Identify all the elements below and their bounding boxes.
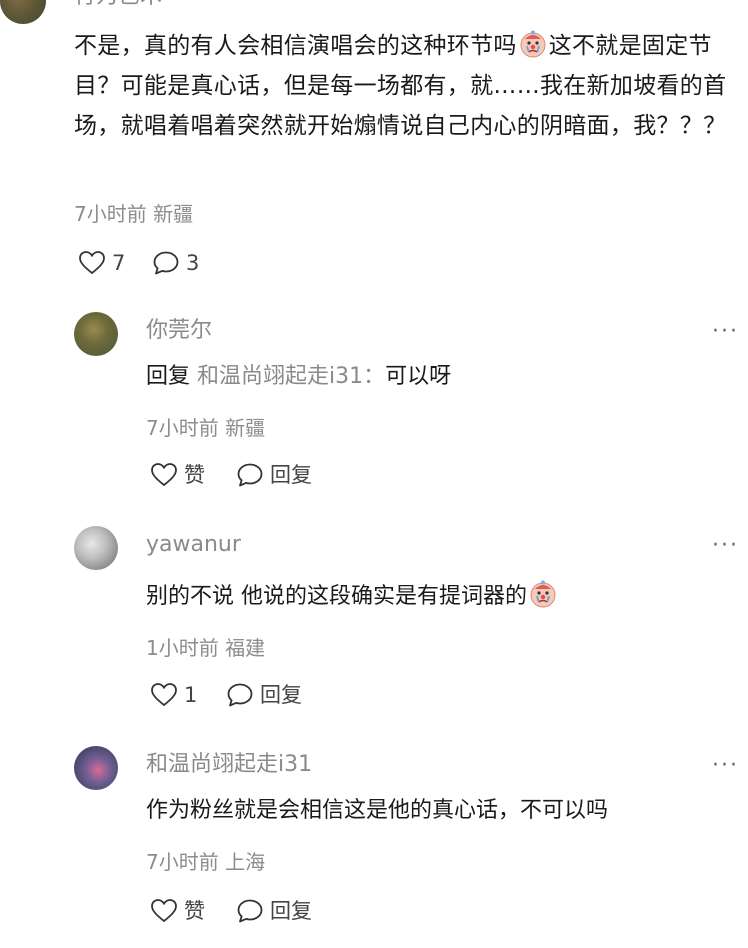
main-comment-author[interactable]: 行为艺术 [74,0,162,8]
main-like-count: 7 [112,251,126,275]
speech-bubble-icon [153,251,179,275]
main-comment-text-part1: 不是，真的有人会相信演唱会的这种环节吗 [74,33,517,59]
reply-like-button[interactable]: 1 [150,682,197,708]
heart-outline-icon [79,251,105,275]
more-options-icon[interactable]: ··· [712,321,739,343]
heart-outline-icon [151,899,177,923]
reply-avatar[interactable] [74,746,118,790]
reply-meta: 1小时前 福建 [146,636,266,660]
speech-bubble-icon [237,463,263,487]
reply-like-count: 1 [184,683,198,707]
reply-reply-label: 回复 [270,463,312,487]
reply-meta: 7小时前 上海 [146,850,266,874]
reply-reply-button[interactable]: 回复 [236,462,312,488]
reply-text: 作为粉丝就是会相信这是他的真心话，不可以吗 [146,796,608,826]
speech-bubble-icon [227,683,253,707]
crying-clown-emoji-icon [520,30,546,58]
main-like-button[interactable]: 7 [78,250,125,276]
reply-like-button[interactable]: 赞 [150,462,205,488]
crying-clown-emoji-icon [530,580,556,608]
reply-body: 作为粉丝就是会相信这是他的真心话，不可以吗 [146,798,609,823]
main-reply-count: 3 [186,251,200,275]
main-comment-meta: 7小时前 新疆 [74,202,194,226]
reply-like-label: 赞 [184,899,205,923]
reply-reply-label: 回复 [270,899,312,923]
reply-like-button[interactable]: 赞 [150,898,205,924]
reply-avatar[interactable] [74,312,118,356]
reply-username[interactable]: 和温尚翊起走i31 [146,752,312,778]
main-comment-avatar[interactable] [0,0,46,24]
heart-outline-icon [151,683,177,707]
more-options-icon[interactable]: ··· [712,755,739,777]
more-options-icon[interactable]: ··· [712,535,739,557]
reply-like-label: 赞 [184,463,205,487]
reply-text: 回复 和温尚翊起走i31：可以呀 [146,362,451,392]
reply-reply-label: 回复 [260,683,302,707]
speech-bubble-icon [237,899,263,923]
reply-username[interactable]: 你莞尔 [146,318,212,344]
main-comment-text: 不是，真的有人会相信演唱会的这种环节吗 这不就是固定节目？可能是真心话，但是每一… [74,26,736,146]
reply-body: 可以呀 [385,364,452,389]
reply-prefix: 回复 [146,364,191,389]
reply-username[interactable]: yawanur [146,532,241,558]
reply-avatar[interactable] [74,526,118,570]
reply-reply-button[interactable]: 回复 [236,898,312,924]
heart-outline-icon [151,463,177,487]
reply-target-user[interactable]: 和温尚翊起走i31： [197,364,385,389]
reply-text: 别的不说 他说的这段确实是有提词器的 [146,580,559,612]
reply-reply-button[interactable]: 回复 [226,682,302,708]
main-reply-button[interactable]: 3 [152,250,199,276]
reply-meta: 7小时前 新疆 [146,416,266,440]
reply-body: 别的不说 他说的这段确实是有提词器的 [146,584,527,609]
